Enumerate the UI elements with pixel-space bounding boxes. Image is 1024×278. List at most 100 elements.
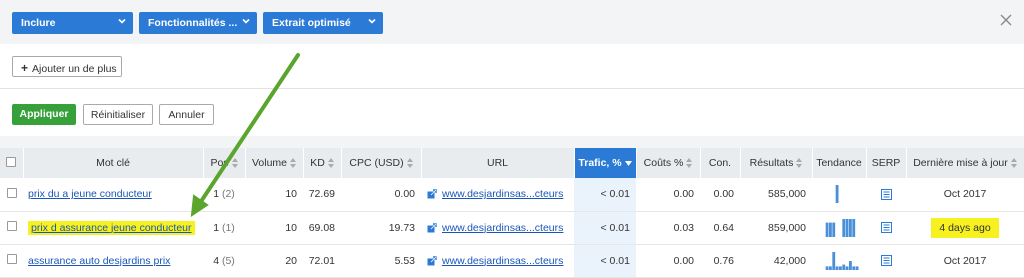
previous-position: (1) (221, 221, 235, 234)
header-cpc[interactable]: CPC (USD) (341, 148, 422, 178)
cpc-cell: 0.00 (341, 178, 421, 212)
external-link-icon[interactable] (427, 189, 437, 199)
keyword-cell: prix du a jeune conducteur (23, 178, 203, 212)
row-checkbox[interactable] (6, 254, 17, 264)
chevron-down-icon (242, 18, 250, 24)
position-value: 4 (213, 254, 220, 267)
trend-bar (835, 265, 839, 270)
header-costs[interactable]: Coûts % (636, 148, 701, 178)
header-keyword[interactable]: Mot clé (23, 148, 204, 178)
plus-icon: + (21, 61, 29, 75)
row-checkbox[interactable] (6, 221, 17, 231)
header-competition[interactable]: Con. (700, 148, 741, 178)
apply-button[interactable]: Appliquer (12, 104, 76, 125)
chevron-down-icon (118, 18, 126, 24)
external-link-icon[interactable] (427, 256, 437, 266)
filter-dropdown-features[interactable]: Fonctionnalités ... (139, 12, 257, 34)
row-checkbox[interactable] (6, 187, 17, 198)
keyword-link[interactable]: prix du a jeune conducteur (28, 188, 152, 200)
close-icon[interactable] (1000, 14, 1012, 26)
filter-label: Extrait optimisé (272, 17, 351, 29)
trend-bar (845, 218, 849, 237)
divider (0, 88, 1024, 89)
reset-button[interactable]: Réinitialiser (83, 104, 153, 125)
header-label: Volume (251, 157, 288, 169)
kd-cell: 69.08 (303, 211, 341, 245)
keyword-link[interactable]: prix d assurance jeune conducteur (28, 220, 195, 235)
sort-icon (327, 158, 334, 169)
last-update-cell: Oct 2017 (906, 244, 1024, 278)
url-link[interactable]: www.desjardinsas...cteurs (442, 255, 563, 267)
trend-bar (845, 265, 849, 270)
row-checkbox-cell[interactable] (0, 178, 23, 212)
url-link[interactable]: www.desjardinsas...cteurs (442, 222, 563, 234)
kd-cell: 72.01 (303, 244, 341, 278)
last-update-value: 4 days ago (931, 217, 999, 238)
costs-cell: 0.03 (636, 211, 700, 245)
header-label: Pos (210, 157, 229, 169)
table-row: prix du a jeune conducteur 1 (2) 10 72.6… (0, 178, 1024, 212)
header-label: Trafic, % (578, 157, 622, 169)
trend-cell (812, 178, 866, 212)
serp-list-icon[interactable] (880, 222, 892, 234)
sort-icon (406, 158, 413, 169)
trend-bar (839, 265, 842, 270)
serp-list-icon[interactable] (880, 255, 892, 267)
trend-bar (832, 251, 836, 270)
url-cell: www.desjardinsas...cteurs (421, 211, 574, 245)
serp-list-icon[interactable] (880, 188, 892, 200)
volume-cell: 10 (245, 211, 303, 245)
trend-bar (835, 185, 839, 204)
trend-bar (849, 260, 852, 270)
header-label: Résultats (749, 157, 794, 169)
chevron-down-icon (368, 18, 376, 24)
position-cell: 1 (2) (203, 178, 245, 212)
header-label: KD (310, 157, 325, 169)
header-kd[interactable]: KD (303, 148, 342, 178)
row-checkbox-cell[interactable] (0, 211, 23, 245)
cancel-button[interactable]: Annuler (159, 104, 214, 125)
header-results[interactable]: Résultats (740, 148, 813, 178)
results-cell: 859,000 (740, 211, 812, 245)
trend-bar (825, 265, 829, 270)
keyword-link[interactable]: assurance auto desjardins prix (28, 255, 170, 267)
add-filter-button[interactable]: + Ajouter un de plus (12, 56, 122, 77)
trend-sparkline (825, 251, 859, 270)
header-traffic[interactable]: Trafic, % (574, 148, 637, 178)
header-last-update[interactable]: Dernière mise à jour (906, 148, 1024, 178)
competition-cell: 0.76 (700, 244, 740, 278)
table-header-row: Mot clé Pos Volume KD CPC (USD) URL Traf… (0, 148, 1024, 178)
costs-cell: 0.00 (636, 178, 700, 212)
header-trend: Tendance (812, 148, 867, 178)
filter-dropdown-include[interactable]: Inclure (12, 12, 133, 34)
competition-cell: 0.00 (700, 178, 740, 212)
header-position[interactable]: Pos (203, 148, 246, 178)
position-value: 1 (213, 221, 220, 234)
header-label: CPC (USD) (349, 157, 404, 169)
url-link[interactable]: www.desjardinsas...cteurs (442, 188, 563, 200)
costs-cell: 0.00 (636, 244, 700, 278)
trend-bar (842, 264, 846, 270)
url-cell: www.desjardinsas...cteurs (421, 244, 574, 278)
last-update-value: Oct 2017 (943, 188, 987, 201)
filter-dropdown-featured-snippet[interactable]: Extrait optimisé (263, 12, 383, 34)
select-all-checkbox-cell[interactable] (0, 148, 24, 178)
header-url[interactable]: URL (421, 148, 575, 178)
sort-icon (290, 158, 297, 169)
trend-cell (812, 244, 866, 278)
header-label: Dernière mise à jour (913, 157, 1008, 169)
volume-cell: 10 (245, 178, 303, 212)
trend-bar (855, 265, 859, 270)
position-cell: 4 (5) (203, 244, 245, 278)
trend-bar (829, 265, 832, 270)
add-filter-label: Ajouter un de plus (32, 63, 117, 75)
row-checkbox-cell[interactable] (0, 244, 23, 278)
sort-icon (231, 158, 238, 169)
header-volume[interactable]: Volume (245, 148, 304, 178)
trend-sparkline (835, 185, 839, 204)
traffic-cell: < 0.01 (574, 178, 636, 212)
select-all-checkbox[interactable] (6, 156, 17, 167)
filter-bar: Inclure Fonctionnalités ... Extrait opti… (0, 0, 1024, 44)
filter-label: Fonctionnalités ... (148, 17, 238, 29)
external-link-icon[interactable] (427, 223, 437, 233)
